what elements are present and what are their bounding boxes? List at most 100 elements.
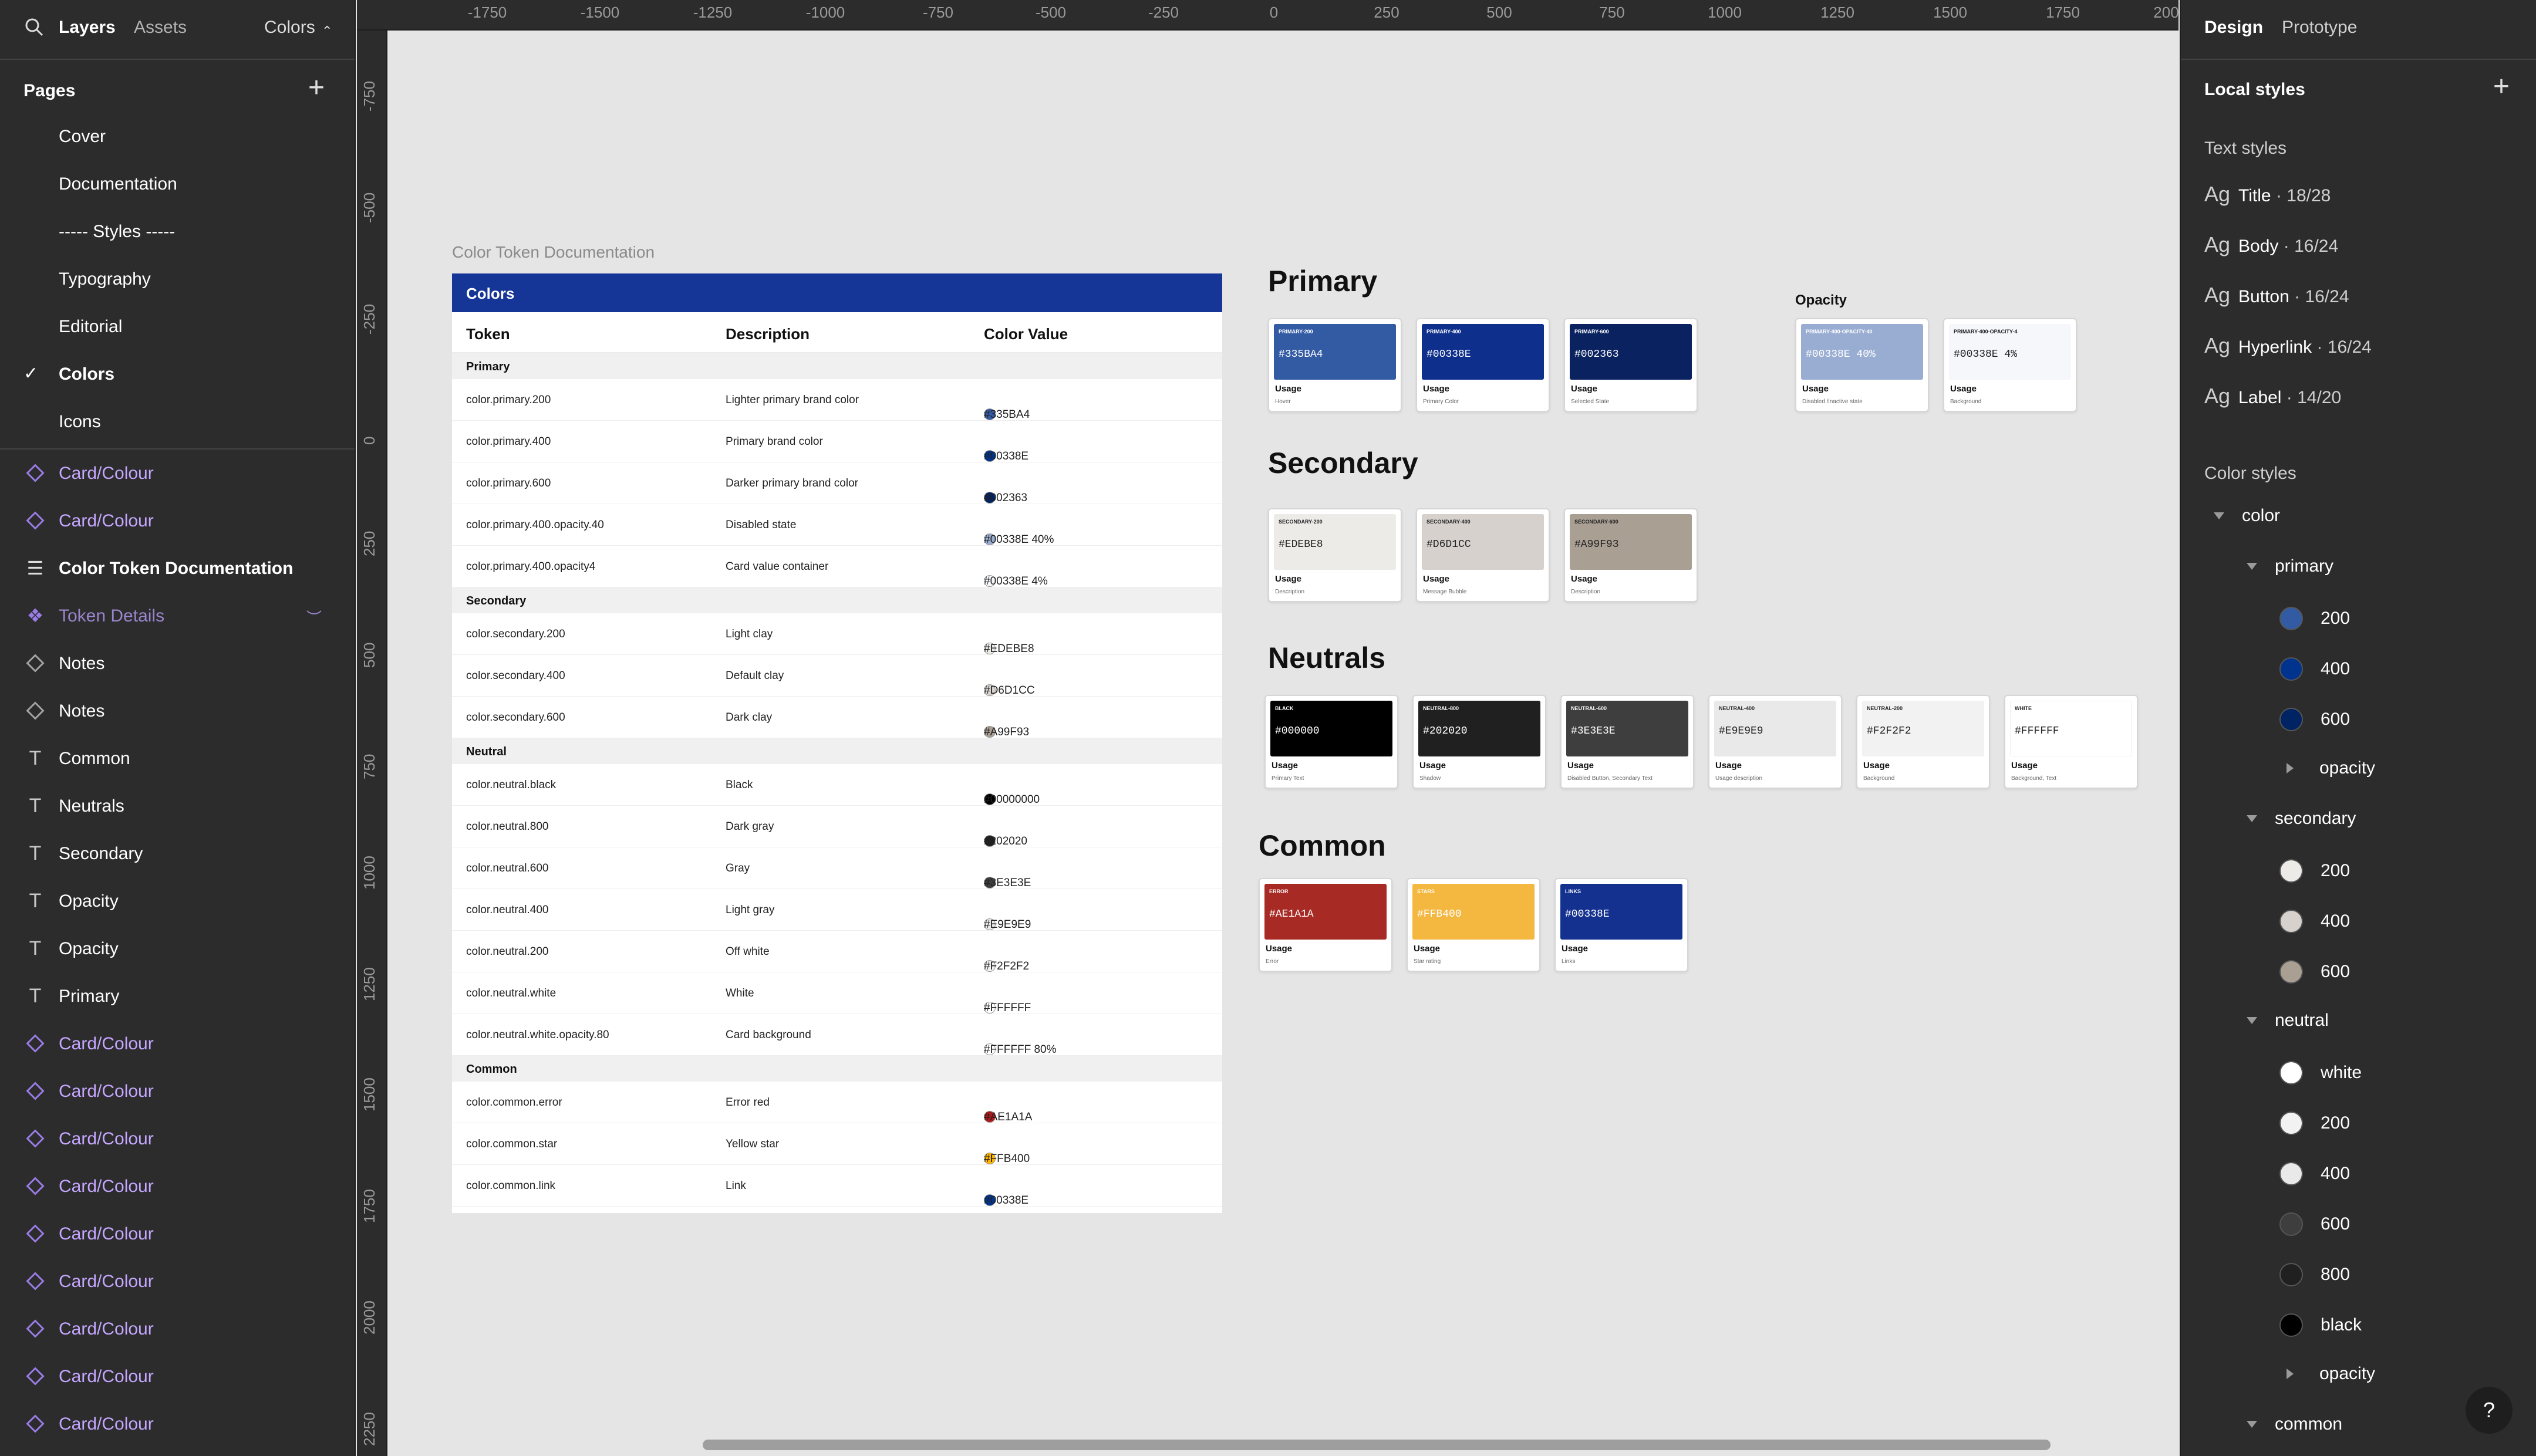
tab-layers[interactable]: Layers	[59, 18, 116, 38]
horizontal-scrollbar[interactable]	[703, 1440, 2051, 1450]
layer-row[interactable]: Card/Colour	[0, 1216, 355, 1251]
page-item[interactable]: ----- Styles -----	[59, 222, 175, 242]
page-item[interactable]: Colors	[59, 364, 114, 384]
layer-row[interactable]: T Opacity	[0, 931, 355, 966]
layer-row[interactable]: T Primary	[0, 978, 355, 1014]
color-style-item[interactable]: 600	[2279, 708, 2350, 731]
tab-prototype[interactable]: Prototype	[2282, 18, 2357, 38]
layer-row[interactable]: T Common	[0, 741, 355, 776]
color-style-item[interactable]: 400	[2279, 657, 2350, 681]
layer-row[interactable]: Card/Colour	[0, 455, 355, 491]
layer-row[interactable]: Card/Colour	[0, 1264, 355, 1299]
frame-label[interactable]: Color Token Documentation	[452, 243, 655, 262]
value-text: #FFB400	[984, 1153, 1030, 1165]
page-item[interactable]: Typography	[59, 269, 151, 289]
page-item[interactable]: Cover	[59, 127, 106, 147]
color-card[interactable]: LINKS #00338E Usage Links	[1554, 878, 1688, 972]
color-style-group[interactable]: color	[2214, 506, 2280, 526]
chevron-up-icon[interactable]: ⌃	[322, 23, 332, 39]
color-style-item[interactable]: 200	[2279, 607, 2350, 630]
color-style-item[interactable]: 200	[2279, 1112, 2350, 1135]
color-style-item[interactable]: 400	[2279, 1162, 2350, 1185]
text-style-item[interactable]: Ag Title · 18/28	[2204, 182, 2331, 207]
color-card[interactable]: NEUTRAL-600 #3E3E3E Usage Disabled Button, …	[1560, 695, 1694, 789]
color-style-item[interactable]: black	[2279, 1313, 2362, 1337]
table-row: color.neutral.400 Light gray #E9E9E9	[452, 889, 1222, 931]
text-style-item[interactable]: Ag Body · 16/24	[2204, 232, 2338, 257]
swatch-group-title: Opacity	[1795, 292, 1847, 308]
page-item[interactable]: Documentation	[59, 174, 177, 194]
text-style-item[interactable]: Ag Button · 16/24	[2204, 283, 2349, 308]
color-chip	[2279, 657, 2303, 681]
color-style-item[interactable]: 200	[2279, 859, 2350, 883]
tab-assets[interactable]: Assets	[134, 18, 187, 38]
text-style-item[interactable]: Ag Hyperlink · 16/24	[2204, 333, 2372, 358]
color-style-group[interactable]: common	[2247, 1414, 2342, 1434]
layer-row[interactable]: T Secondary	[0, 836, 355, 871]
color-style-group[interactable]: opacity	[2279, 1364, 2375, 1384]
page-item[interactable]: Editorial	[59, 317, 122, 337]
color-style-group[interactable]: opacity	[2279, 758, 2375, 778]
current-page-selector[interactable]: Colors	[264, 18, 315, 38]
layer-row[interactable]: Card/Colour	[0, 503, 355, 538]
chevron-down-icon[interactable]	[2247, 1421, 2257, 1428]
layer-row[interactable]: Card/Colour	[0, 1406, 355, 1441]
text-style-item[interactable]: Ag Label · 14/20	[2204, 384, 2341, 408]
color-card[interactable]: STARS #FFB400 Usage Star rating	[1407, 878, 1540, 972]
layer-row[interactable]: ☰ Color Token Documentation	[0, 550, 355, 586]
color-token-documentation-frame[interactable]: Colors Token Description Color Value Pri…	[452, 273, 1222, 1213]
color-style-group[interactable]: neutral	[2247, 1011, 2329, 1031]
color-card[interactable]: NEUTRAL-400 #E9E9E9 Usage Usage description	[1708, 695, 1842, 789]
color-card[interactable]: NEUTRAL-800 #202020 Usage Shadow	[1412, 695, 1546, 789]
chevron-down-icon[interactable]	[2247, 815, 2257, 822]
chevron-right-icon[interactable]	[2287, 763, 2294, 773]
layer-row[interactable]: Card/Colour	[0, 1073, 355, 1109]
swatch-token: PRIMARY-400-OPACITY-4	[1954, 329, 2018, 335]
layer-row[interactable]: Notes	[0, 646, 355, 681]
layer-row[interactable]: Card/Colour	[0, 1359, 355, 1394]
color-card[interactable]: WHITE #FFFFFF Usage Background, Text	[2004, 695, 2138, 789]
layer-row[interactable]: Card/Colour	[0, 1311, 355, 1346]
chevron-down-icon[interactable]	[2247, 563, 2257, 570]
color-style-item[interactable]: 600	[2279, 1212, 2350, 1236]
color-card[interactable]: ERROR #AE1A1A Usage Error	[1259, 878, 1392, 972]
color-card[interactable]: SECONDARY-400 #D6D1CC Usage Message Bubble	[1416, 508, 1550, 602]
layer-row[interactable]: Card/Colour	[0, 1168, 355, 1204]
page-item[interactable]: Icons	[59, 412, 101, 432]
layer-row[interactable]: Card/Colour	[0, 1121, 355, 1156]
color-style-group[interactable]: secondary	[2247, 809, 2356, 829]
add-page-icon[interactable]: +	[308, 74, 325, 102]
chevron-right-icon[interactable]	[2287, 1369, 2294, 1379]
tab-design[interactable]: Design	[2204, 18, 2263, 38]
chevron-down-icon[interactable]	[2214, 512, 2224, 519]
swatch-token: PRIMARY-600	[1574, 329, 1609, 335]
color-card[interactable]: NEUTRAL-200 #F2F2F2 Usage Background	[1856, 695, 1990, 789]
ruler-tick: 1500	[360, 1077, 378, 1112]
color-card[interactable]: PRIMARY-400 #00338E Usage Primary Color	[1416, 318, 1550, 412]
color-card[interactable]: PRIMARY-400-OPACITY-4 #00338E 4% Usage Back…	[1943, 318, 2077, 412]
color-style-item[interactable]: 400	[2279, 910, 2350, 933]
layer-row[interactable]: Card/Colour	[0, 1026, 355, 1061]
color-card[interactable]: PRIMARY-600 #002363 Usage Selected State	[1564, 318, 1698, 412]
add-style-icon[interactable]: +	[2493, 73, 2510, 101]
color-style-item[interactable]: 600	[2279, 960, 2350, 984]
layer-row[interactable]: ❖ Token Details ︶	[0, 598, 355, 633]
layer-label: Card/Colour	[59, 1367, 154, 1386]
usage-label: Usage	[1266, 944, 1293, 954]
layer-row[interactable]: Notes	[0, 693, 355, 728]
color-card[interactable]: BLACK #000000 Usage Primary Text	[1264, 695, 1398, 789]
layers-panel: Layers Assets Colors ⌃ Pages + Cover Docu…	[0, 0, 356, 1456]
color-card[interactable]: PRIMARY-200 #335BA4 Usage Hover	[1268, 318, 1402, 412]
search-icon[interactable]	[23, 16, 45, 38]
color-card[interactable]: PRIMARY-400-OPACITY-40 #00338E 40% Usage Di…	[1795, 318, 1929, 412]
color-style-item[interactable]: white	[2279, 1061, 2362, 1085]
layer-row[interactable]: T Neutrals	[0, 788, 355, 823]
color-card[interactable]: SECONDARY-200 #EDEBE8 Usage Description	[1268, 508, 1402, 602]
chevron-down-icon[interactable]	[2247, 1017, 2257, 1024]
color-style-group[interactable]: primary	[2247, 556, 2333, 576]
help-button[interactable]: ?	[2466, 1387, 2513, 1434]
hidden-eye-icon[interactable]: ︶	[306, 606, 322, 628]
layer-row[interactable]: T Opacity	[0, 883, 355, 918]
color-card[interactable]: SECONDARY-600 #A99F93 Usage Description	[1564, 508, 1698, 602]
color-style-item[interactable]: 800	[2279, 1263, 2350, 1286]
